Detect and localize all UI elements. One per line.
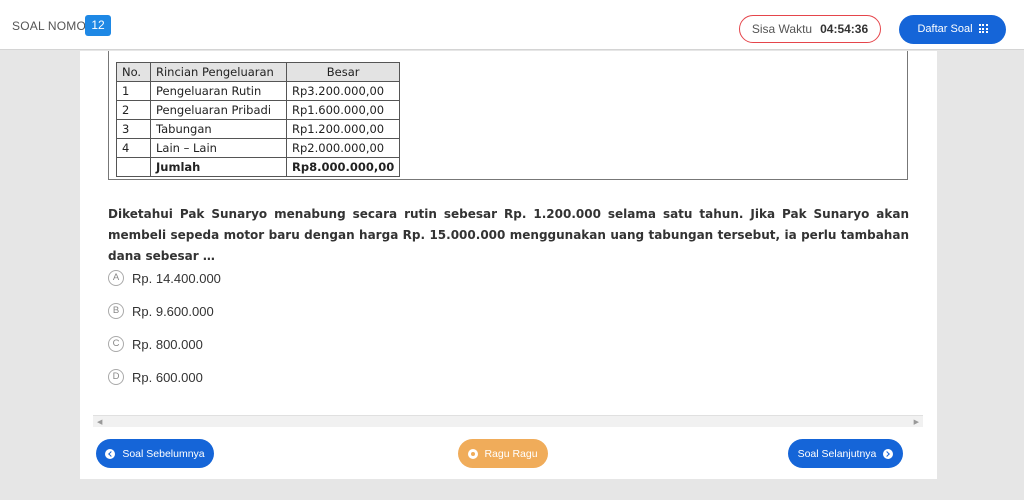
timer-value: 04:54:36	[820, 22, 869, 36]
table-row: 2 Pengeluaran Pribadi Rp1.600.000,00	[116, 100, 401, 120]
question-number-badge: 12	[85, 15, 111, 36]
table-cell: Rp2.000.000,00	[285, 138, 401, 158]
question-number-label: SOAL NOMOR	[12, 19, 95, 33]
scroll-left-icon[interactable]: ◀	[97, 418, 102, 426]
option-text: Rp. 800.000	[132, 336, 203, 352]
column-header-rincian: Rincian Pengeluaran	[150, 62, 287, 82]
table-cell: Rp3.200.000,00	[285, 81, 401, 101]
next-question-label: Soal Selanjutnya	[797, 447, 877, 460]
option-letter-circle: B	[108, 303, 124, 319]
table-row: 1 Pengeluaran Rutin Rp3.200.000,00	[116, 81, 401, 101]
total-value: Rp8.000.000,00	[285, 157, 401, 177]
option-letter-circle: D	[108, 369, 124, 385]
table-cell: 2	[116, 100, 151, 120]
horizontal-scrollbar[interactable]: ◀ ▶	[93, 415, 923, 427]
dot-circle-icon	[468, 448, 479, 459]
column-header-no: No.	[116, 62, 151, 82]
chevron-right-circle-icon	[883, 448, 894, 459]
next-question-button[interactable]: Soal Selanjutnya	[788, 439, 903, 468]
table-cell: Rp1.600.000,00	[285, 100, 401, 120]
option-text: Rp. 600.000	[132, 369, 203, 385]
question-image: No. Rincian Pengeluaran Besar 1 Pengelua…	[108, 51, 908, 180]
remaining-time: Sisa Waktu 04:54:36	[739, 15, 881, 43]
previous-question-button[interactable]: Soal Sebelumnya	[96, 439, 214, 468]
table-total-row: Jumlah Rp8.000.000,00	[116, 157, 401, 177]
expense-table: No. Rincian Pengeluaran Besar 1 Pengelua…	[116, 62, 401, 177]
question-list-label: Daftar Soal	[917, 23, 973, 35]
question-list-button[interactable]: Daftar Soal	[899, 15, 1006, 44]
question-card: No. Rincian Pengeluaran Besar 1 Pengelua…	[80, 51, 937, 479]
table-cell: Tabungan	[150, 119, 287, 139]
scroll-right-icon[interactable]: ▶	[914, 418, 919, 426]
table-cell: 3	[116, 119, 151, 139]
column-header-besar: Besar	[285, 62, 401, 82]
total-label: Jumlah	[150, 157, 287, 177]
option-text: Rp. 9.600.000	[132, 303, 214, 319]
previous-question-label: Soal Sebelumnya	[122, 447, 205, 460]
option-c[interactable]: C Rp. 800.000	[108, 334, 203, 354]
table-cell: Lain – Lain	[150, 138, 287, 158]
option-d[interactable]: D Rp. 600.000	[108, 367, 203, 387]
table-cell: 4	[116, 138, 151, 158]
table-cell: Pengeluaran Rutin	[150, 81, 287, 101]
chevron-left-circle-icon	[105, 448, 116, 459]
table-row: 4 Lain – Lain Rp2.000.000,00	[116, 138, 401, 158]
option-text: Rp. 14.400.000	[132, 270, 221, 286]
table-cell: Rp1.200.000,00	[285, 119, 401, 139]
grid-icon	[978, 24, 988, 33]
table-cell: Pengeluaran Pribadi	[150, 100, 287, 120]
option-letter-circle: C	[108, 336, 124, 352]
table-cell: 1	[116, 81, 151, 101]
table-cell-empty	[116, 157, 151, 177]
option-a[interactable]: A Rp. 14.400.000	[108, 268, 221, 288]
question-content[interactable]: No. Rincian Pengeluaran Besar 1 Pengelua…	[93, 51, 923, 428]
table-row: 3 Tabungan Rp1.200.000,00	[116, 119, 401, 139]
doubt-button[interactable]: Ragu Ragu	[458, 439, 548, 468]
table-header-row: No. Rincian Pengeluaran Besar	[116, 62, 401, 82]
top-bar: SOAL NOMOR 12 Sisa Waktu 04:54:36 Daftar …	[0, 0, 1024, 50]
option-letter-circle: A	[108, 270, 124, 286]
option-b[interactable]: B Rp. 9.600.000	[108, 301, 214, 321]
doubt-label: Ragu Ragu	[484, 447, 538, 460]
timer-label: Sisa Waktu	[751, 22, 813, 36]
question-text: Diketahui Pak Sunaryo menabung secara ru…	[108, 207, 909, 263]
